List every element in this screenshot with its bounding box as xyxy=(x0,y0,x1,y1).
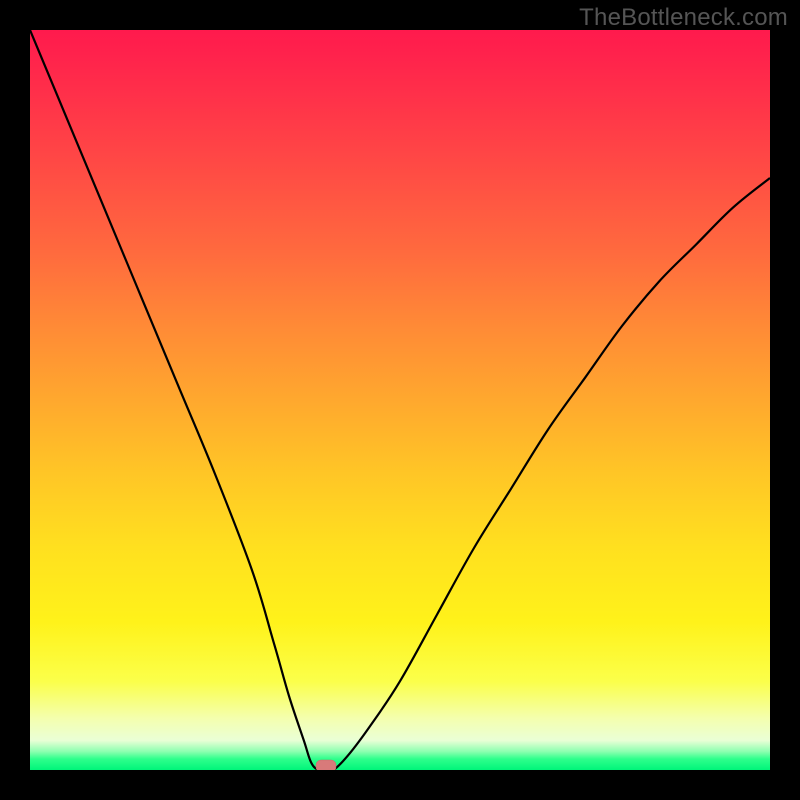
plot-area xyxy=(30,30,770,770)
minimum-marker xyxy=(316,760,336,770)
chart-frame: TheBottleneck.com xyxy=(0,0,800,800)
bottleneck-curve-svg xyxy=(30,30,770,770)
watermark-text: TheBottleneck.com xyxy=(579,4,788,32)
bottleneck-curve xyxy=(30,30,770,770)
